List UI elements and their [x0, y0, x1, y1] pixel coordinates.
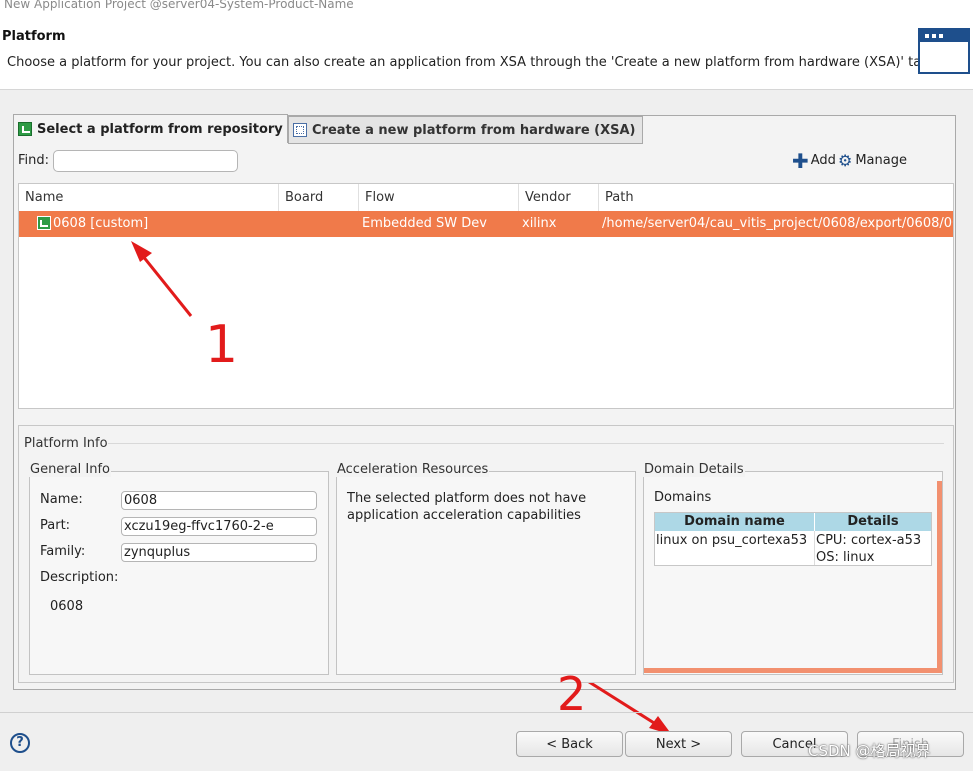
name-field[interactable]: 0608: [121, 491, 317, 510]
watermark: CSDN @格局视界: [808, 742, 931, 760]
column-header-path[interactable]: Path: [599, 184, 953, 211]
acceleration-text: The selected platform does not have appl…: [347, 491, 587, 523]
page-title: Platform: [2, 29, 66, 44]
plus-icon: ✚: [792, 148, 809, 173]
column-header-flow[interactable]: Flow: [359, 184, 519, 211]
hardware-xsa-icon: [293, 123, 307, 137]
manage-label: Manage: [855, 153, 907, 168]
next-button[interactable]: Next >: [625, 731, 732, 757]
domain-panel-bottom-edge: [644, 668, 942, 673]
cell-name: 0608 [custom]: [53, 216, 149, 231]
header-banner: [0, 0, 973, 90]
find-input[interactable]: [53, 150, 238, 172]
window-title: New Application Project @server04-System…: [4, 0, 354, 11]
page-description: Choose a platform for your project. You …: [7, 55, 934, 70]
help-icon[interactable]: ?: [10, 733, 30, 753]
tab-label: Select a platform from repository: [37, 121, 283, 137]
tab-label: Create a new platform from hardware (XSA…: [312, 122, 636, 138]
domain-panel-scroll-edge[interactable]: [937, 481, 942, 673]
platform-repo-icon: [18, 122, 32, 136]
platform-info-title: Platform Info: [24, 436, 108, 451]
wizard-window-icon: [918, 28, 970, 74]
platform-table[interactable]: Name Board Flow Vendor Path 0608 [custom…: [18, 183, 954, 409]
part-field[interactable]: xczu19eg-ffvc1760-2-e: [121, 517, 317, 536]
find-label: Find:: [18, 153, 50, 168]
domains-label: Domains: [654, 490, 712, 505]
gear-icon: ⚙: [838, 150, 853, 170]
custom-platform-icon: [37, 216, 51, 230]
cell-board: [285, 211, 359, 237]
tab-select-platform-repository[interactable]: Select a platform from repository: [13, 114, 288, 143]
domain-os-cell: OS: linux: [816, 550, 875, 565]
domain-cpu-cell: CPU: cortex-a53: [816, 533, 922, 548]
cell-flow: Embedded SW Dev: [362, 216, 487, 231]
column-header-vendor[interactable]: Vendor: [519, 184, 599, 211]
domain-table[interactable]: Domain name Details linux on psu_cortexa…: [654, 512, 932, 566]
platform-info-divider: [108, 443, 944, 444]
column-header-board[interactable]: Board: [279, 184, 359, 211]
domain-name-header: Domain name: [655, 513, 815, 531]
manage-platforms-button[interactable]: ⚙ Manage: [838, 150, 907, 170]
acceleration-resources-title: Acceleration Resources: [336, 462, 490, 477]
bottom-separator: [0, 712, 973, 713]
domain-name-cell: linux on psu_cortexa53: [656, 533, 808, 548]
back-button[interactable]: < Back: [516, 731, 623, 757]
cell-vendor: xilinx: [522, 216, 557, 231]
description-label: Description:: [40, 570, 119, 585]
domain-details-title: Domain Details: [643, 462, 745, 477]
part-label: Part:: [40, 518, 71, 533]
column-header-name[interactable]: Name: [19, 184, 279, 211]
general-info-title: General Info: [29, 462, 111, 477]
family-field[interactable]: zynquplus: [121, 543, 317, 562]
domain-details-header: Details: [815, 513, 931, 531]
name-label: Name:: [40, 492, 83, 507]
step-number-2: 2: [557, 667, 587, 721]
add-platform-button[interactable]: ✚ Add: [792, 148, 836, 173]
add-label: Add: [810, 153, 836, 168]
table-row[interactable]: 0608 [custom] Embedded SW Dev xilinx /ho…: [19, 211, 953, 237]
description-value: 0608: [50, 599, 84, 614]
family-label: Family:: [40, 544, 86, 559]
step-number-1: 1: [205, 315, 239, 375]
cell-path: /home/server04/cau_vitis_project/0608/ex…: [602, 216, 954, 231]
tab-create-platform-hardware[interactable]: Create a new platform from hardware (XSA…: [288, 116, 643, 144]
table-header: Name Board Flow Vendor Path: [19, 184, 953, 212]
